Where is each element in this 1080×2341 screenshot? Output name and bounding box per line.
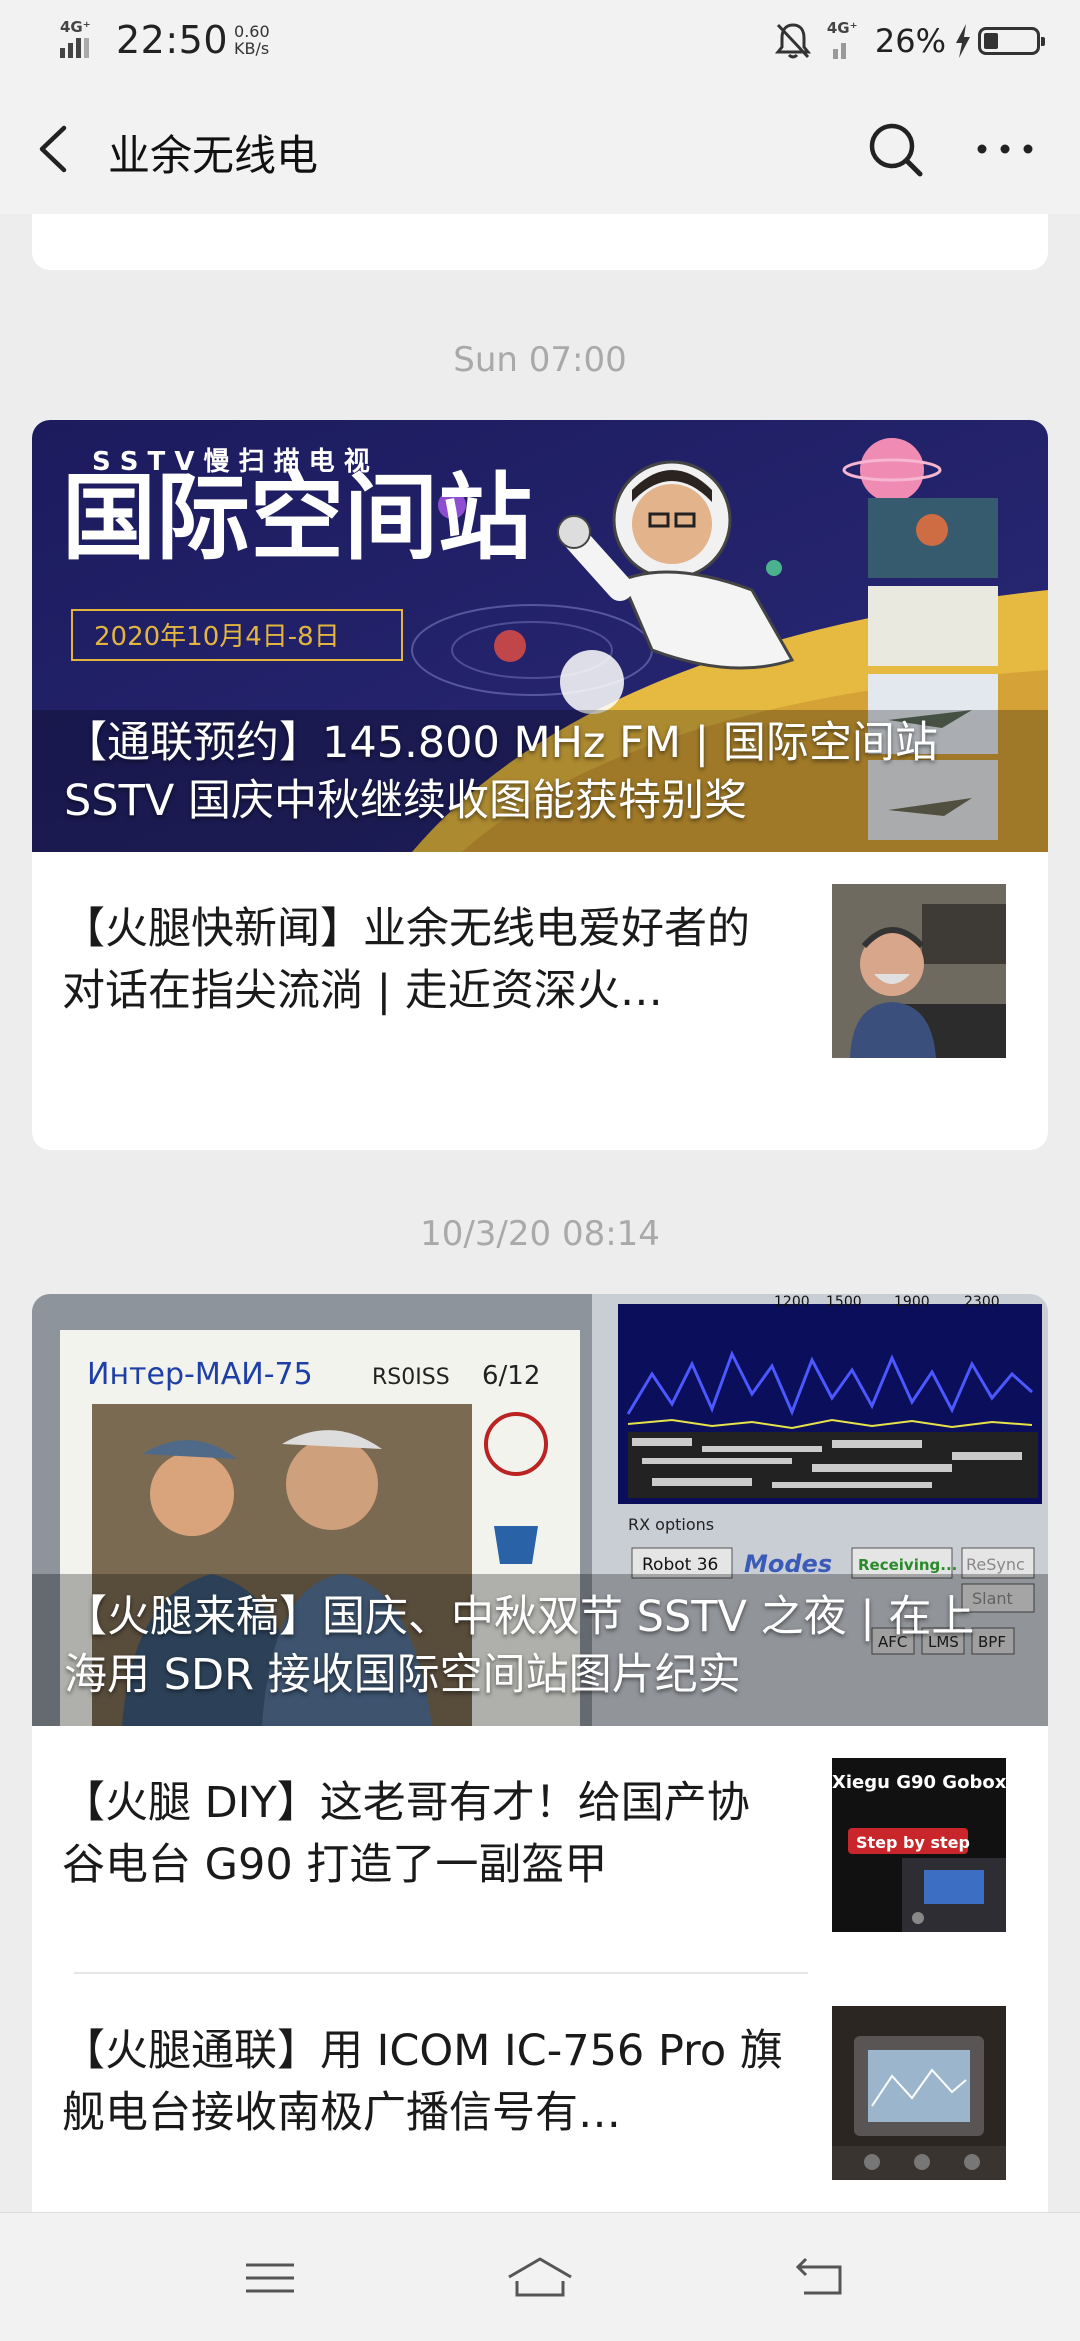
tick-label: 2300 bbox=[964, 1294, 1000, 1310]
mode-label: Robot 36 bbox=[642, 1555, 718, 1575]
item-title: 【火腿快新闻】业余无线电爱好者的对话在指尖流淌 | 走近资深火… bbox=[62, 904, 750, 1016]
rx-options-label: RX options bbox=[628, 1515, 714, 1534]
list-item[interactable]: 【火腿快新闻】业余无线电爱好者的对话在指尖流淌 | 走近资深火… bbox=[32, 852, 1048, 1100]
timestamp: Sun 07:00 bbox=[453, 340, 627, 380]
status-bar: 4G⁺ 22:50 0.60 KB/s 4G⁺ 26% bbox=[0, 0, 1080, 84]
receiving-status: Receiving... bbox=[858, 1556, 957, 1574]
return-icon[interactable] bbox=[790, 2253, 850, 2303]
timestamp: 10/3/20 08:14 bbox=[420, 1214, 660, 1254]
screen-count: 6/12 bbox=[482, 1361, 540, 1391]
tick-label: 1900 bbox=[894, 1294, 930, 1310]
mute-bell-icon bbox=[774, 23, 811, 59]
hero-article[interactable]: Интер-МАИ-75 RS0ISS 6/12 1200 1500 1900 … bbox=[32, 1294, 1048, 1726]
battery-percent: 26% bbox=[874, 22, 946, 60]
hero-article[interactable]: S S T V 慢 扫 描 电 视 国际空间站 2020年10月4日-8日 【通… bbox=[32, 420, 1048, 852]
tick-label: 1200 bbox=[774, 1294, 810, 1310]
home-icon[interactable] bbox=[505, 2253, 575, 2303]
tick-label: 1500 bbox=[826, 1294, 862, 1310]
thumb-text: Xiegu G90 Gobox/Sc Generator Build bbox=[832, 1772, 1006, 1793]
more-dots-icon[interactable] bbox=[970, 134, 1040, 164]
list-item[interactable]: 【火腿通联】用 ICOM IC-756 Pro 旗舰电台接收南极广播信号有… bbox=[32, 1974, 1048, 2212]
resync-label: ReSync bbox=[966, 1555, 1025, 1574]
menu-icon[interactable] bbox=[240, 2253, 300, 2303]
feed: Sun 07:00 S S T V 慢 扫 描 电 视 国际空间站 2020年1… bbox=[0, 214, 1080, 2212]
modes-label: Modes bbox=[744, 1550, 832, 1578]
item-title: 【火腿 DIY】这老哥有才！给国产协谷电台 G90 打造了一副盔甲 bbox=[62, 1778, 750, 1890]
hero-date: 2020年10月4日-8日 bbox=[94, 622, 340, 652]
list-item[interactable]: 【火腿 DIY】这老哥有才！给国产协谷电台 G90 打造了一副盔甲 Xiegu … bbox=[32, 1726, 1048, 1974]
hero-title: 【火腿来稿】国庆、中秋双节 SSTV 之夜 | 在上海用 SDR 接收国际空间站… bbox=[64, 1592, 975, 1700]
article-card: Интер-МАИ-75 RS0ISS 6/12 1200 1500 1900 … bbox=[32, 1294, 1048, 2212]
clock: 22:50 bbox=[116, 18, 229, 62]
network-speed: 0.60 KB/s bbox=[234, 22, 270, 58]
article-card: S S T V 慢 扫 描 电 视 国际空间站 2020年10月4日-8日 【通… bbox=[32, 420, 1048, 1150]
search-icon[interactable] bbox=[866, 120, 926, 180]
system-nav-bar bbox=[0, 2212, 1080, 2341]
thumbnail-image bbox=[832, 884, 1006, 1058]
thumbnail-image bbox=[832, 2006, 1006, 2180]
battery-icon bbox=[978, 27, 1045, 55]
item-title: 【火腿通联】用 ICOM IC-756 Pro 旗舰电台接收南极广播信号有… bbox=[62, 2026, 783, 2138]
cell-signal-2-icon: 4G⁺ bbox=[825, 19, 861, 61]
charging-bolt-icon bbox=[956, 24, 970, 58]
hero-title: 【通联预约】145.800 MHz FM | 国际空间站 SSTV 国庆中秋继续… bbox=[64, 718, 938, 826]
previous-card[interactable] bbox=[32, 214, 1048, 270]
thumbnail-image: Xiegu G90 Gobox/Sc Generator Build Step … bbox=[832, 1758, 1006, 1932]
screen-code: RS0ISS bbox=[372, 1365, 450, 1390]
nav-bar: 业余无线电 bbox=[0, 84, 1080, 214]
back-arrow-icon[interactable] bbox=[28, 122, 78, 176]
page-title: 业余无线电 bbox=[108, 131, 319, 180]
thumb-sub: Step by step bbox=[856, 1833, 970, 1852]
cell-signal-icon: 4G⁺ bbox=[58, 18, 102, 60]
hero-line2: 国际空间站 bbox=[62, 464, 532, 573]
screen-title: Интер-МАИ-75 bbox=[87, 1357, 313, 1392]
